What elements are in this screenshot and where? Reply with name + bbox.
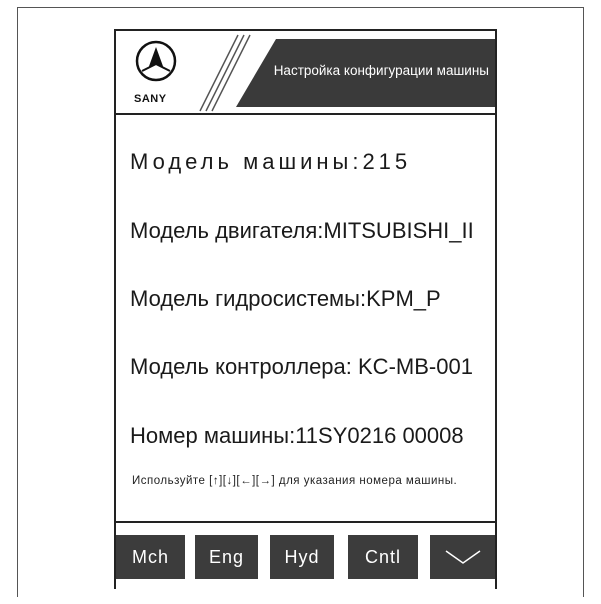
checkmark-icon — [445, 550, 480, 564]
machine-button[interactable]: Mch — [116, 535, 185, 579]
sany-logo-icon — [135, 40, 177, 82]
machine-number-field[interactable]: Номер машины:11SY0216 00008 — [130, 423, 464, 449]
confirm-button[interactable] — [430, 535, 495, 579]
brand-text: SANY — [134, 93, 167, 105]
title-bar: Настройка конфигурации машины — [236, 39, 495, 107]
engine-button[interactable]: Eng — [195, 535, 258, 579]
hint-text: Используйте [↑][↓][←][→] для указания но… — [132, 475, 458, 487]
page-title: Настройка конфигурации машины — [273, 63, 489, 78]
sany-logo: SANY — [120, 35, 196, 107]
engine-model-field[interactable]: Модель двигателя:MITSUBISHI_II — [130, 218, 474, 244]
config-screen: SANY Настройка конфигурации машины Модел… — [114, 29, 497, 589]
controller-button[interactable]: Cntl — [348, 535, 418, 579]
footer-toolbar: Mch Eng Hyd Cntl — [116, 521, 495, 589]
hydraulic-button[interactable]: Hyd — [270, 535, 334, 579]
header: SANY Настройка конфигурации машины — [116, 31, 495, 115]
controller-model-field[interactable]: Модель контроллера: KC-MB-001 — [130, 354, 473, 380]
machine-model-field[interactable]: Модель машины:215 — [130, 149, 411, 175]
hydraulic-model-field[interactable]: Модель гидросистемы:KPM_P — [130, 286, 441, 312]
